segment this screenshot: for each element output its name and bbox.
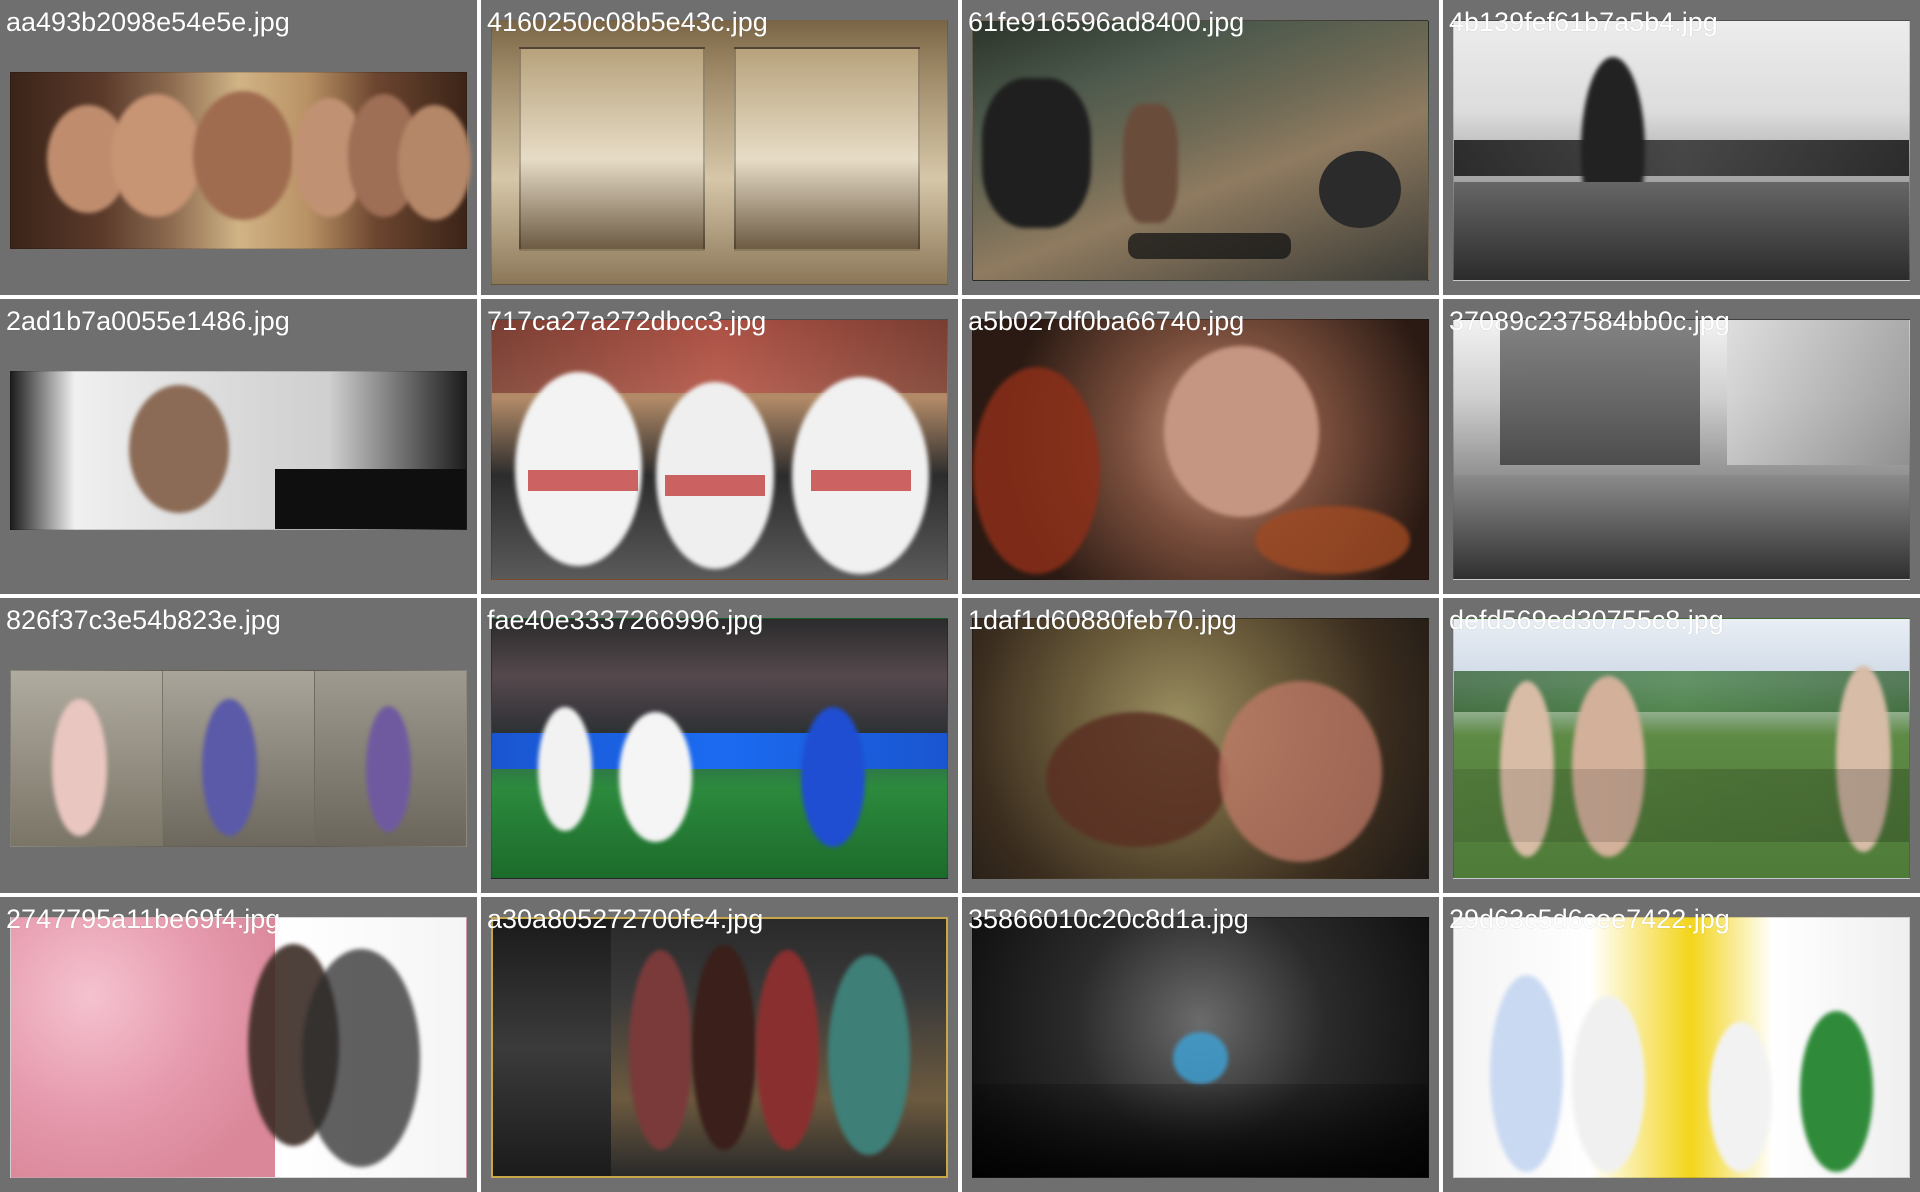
filename-label: 4b139fef61b7a5b4.jpg: [1449, 7, 1718, 37]
thumbnail-image[interactable]: [1453, 917, 1910, 1178]
filename-label: 717ca27a272dbcc3.jpg: [487, 306, 767, 336]
thumbnail-image[interactable]: [972, 20, 1429, 281]
thumbnail-image[interactable]: [10, 917, 467, 1178]
image-tile[interactable]: 29d63c5d6cee7422.jpg: [1443, 897, 1920, 1192]
thumbnail-image[interactable]: [10, 670, 467, 847]
thumbnail-image[interactable]: [972, 618, 1429, 879]
filename-label: defd569ed30755c8.jpg: [1449, 605, 1724, 635]
filename-label: a30a805272700fe4.jpg: [487, 904, 764, 934]
filename-label: 1daf1d60880feb70.jpg: [968, 605, 1237, 635]
thumbnail-image[interactable]: [972, 917, 1429, 1178]
filename-label: aa493b2098e54e5e.jpg: [6, 7, 290, 37]
filename-label: 826f37c3e54b823e.jpg: [6, 605, 281, 635]
thumbnail-image[interactable]: [1453, 20, 1910, 281]
thumbnail-image[interactable]: [491, 618, 948, 879]
image-tile[interactable]: 2ad1b7a0055e1486.jpg: [0, 299, 477, 594]
thumbnail-grid: aa493b2098e54e5e.jpg 4160250c08b5e43c.jp…: [0, 0, 1920, 1192]
filename-label: 37089c237584bb0c.jpg: [1449, 306, 1730, 336]
thumbnail-image[interactable]: [1453, 618, 1910, 879]
image-tile[interactable]: 4b139fef61b7a5b4.jpg: [1443, 0, 1920, 295]
image-tile[interactable]: 826f37c3e54b823e.jpg: [0, 598, 477, 893]
thumbnail-image[interactable]: [972, 319, 1429, 580]
image-tile[interactable]: 717ca27a272dbcc3.jpg: [481, 299, 958, 594]
image-tile[interactable]: a5b027df0ba66740.jpg: [962, 299, 1439, 594]
image-tile[interactable]: aa493b2098e54e5e.jpg: [0, 0, 477, 295]
thumbnail-image[interactable]: [10, 72, 471, 249]
image-tile[interactable]: 4160250c08b5e43c.jpg: [481, 0, 958, 295]
image-tile[interactable]: 61fe916596ad8400.jpg: [962, 0, 1439, 295]
image-tile[interactable]: 2747795a11be69f4.jpg: [0, 897, 477, 1192]
image-tile[interactable]: fae40e3337266996.jpg: [481, 598, 958, 893]
filename-label: 2747795a11be69f4.jpg: [6, 904, 281, 934]
filename-label: a5b027df0ba66740.jpg: [968, 306, 1245, 336]
filename-label: 35866010c20c8d1a.jpg: [968, 904, 1249, 934]
filename-label: 4160250c08b5e43c.jpg: [487, 7, 768, 37]
image-tile[interactable]: defd569ed30755c8.jpg: [1443, 598, 1920, 893]
filename-label: 29d63c5d6cee7422.jpg: [1449, 904, 1730, 934]
image-tile[interactable]: a30a805272700fe4.jpg: [481, 897, 958, 1192]
filename-label: 2ad1b7a0055e1486.jpg: [6, 306, 290, 336]
image-tile[interactable]: 35866010c20c8d1a.jpg: [962, 897, 1439, 1192]
filename-label: 61fe916596ad8400.jpg: [968, 7, 1245, 37]
thumbnail-image[interactable]: [491, 20, 948, 285]
image-tile[interactable]: 1daf1d60880feb70.jpg: [962, 598, 1439, 893]
thumbnail-image[interactable]: [491, 917, 948, 1178]
thumbnail-image[interactable]: [10, 371, 467, 530]
thumbnail-image[interactable]: [491, 319, 948, 580]
image-tile[interactable]: 37089c237584bb0c.jpg: [1443, 299, 1920, 594]
thumbnail-image[interactable]: [1453, 319, 1910, 580]
filename-label: fae40e3337266996.jpg: [487, 605, 764, 635]
